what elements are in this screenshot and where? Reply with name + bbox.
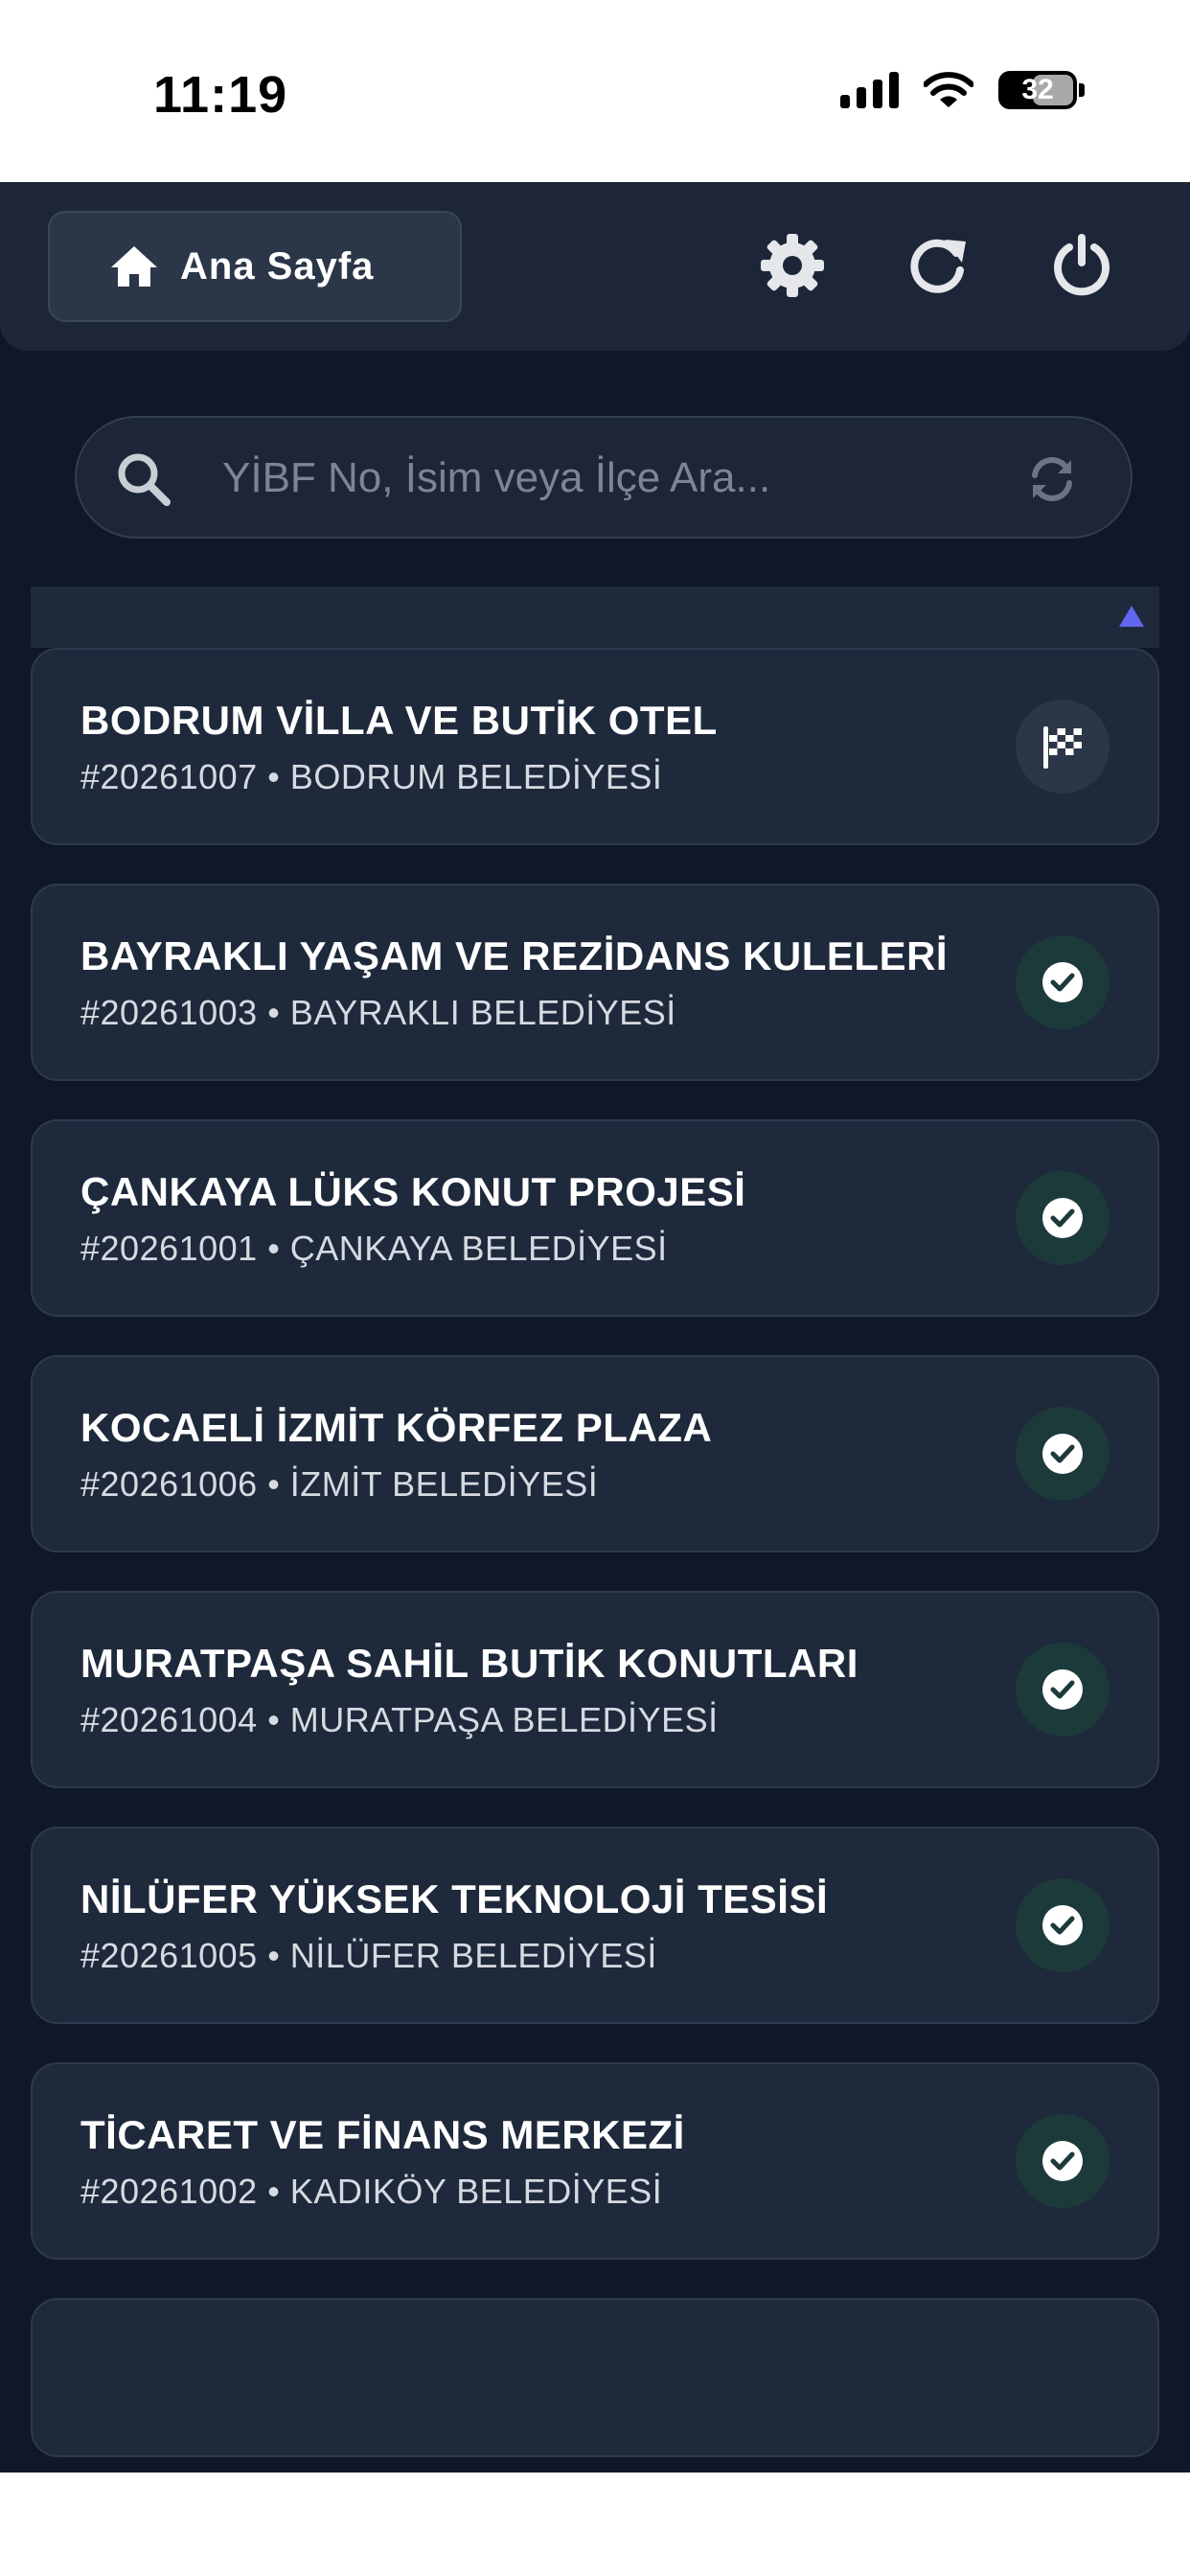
check-circle-icon bbox=[1042, 1905, 1083, 1945]
empty-card-placeholder bbox=[31, 2298, 1159, 2457]
search-icon bbox=[118, 453, 171, 506]
project-card[interactable]: NİLÜFER YÜKSEK TEKNOLOJİ TESİSİ #2026100… bbox=[31, 1827, 1159, 2024]
project-subtitle: #20261004 • MURATPAŞA BELEDİYESİ bbox=[80, 1700, 719, 1739]
status-badge bbox=[1016, 1643, 1110, 1736]
status-badge bbox=[1016, 1407, 1110, 1501]
home-button-label: Ana Sayfa bbox=[180, 244, 375, 288]
project-subtitle: #20261005 • NİLÜFER BELEDİYESİ bbox=[80, 1936, 657, 1975]
project-subtitle: #20261001 • ÇANKAYA BELEDİYESİ bbox=[80, 1229, 668, 1268]
project-card[interactable]: KOCAELİ İZMİT KÖRFEZ PLAZA #20261006 • İ… bbox=[31, 1355, 1159, 1552]
search-refresh-icon[interactable] bbox=[1027, 454, 1077, 504]
status-icons: 32 bbox=[840, 71, 1085, 109]
project-subtitle: #20261007 • BODRUM BELEDİYESİ bbox=[80, 757, 663, 796]
battery-icon: 32 bbox=[998, 71, 1077, 109]
sort-header[interactable] bbox=[31, 586, 1159, 648]
battery-level-text: 32 bbox=[1021, 74, 1054, 105]
cellular-signal-icon bbox=[840, 72, 899, 108]
project-list: BODRUM VİLLA VE BUTİK OTEL #20261007 • B… bbox=[31, 648, 1159, 2457]
status-bar: 11:19 32 bbox=[0, 0, 1190, 182]
home-indicator-area bbox=[0, 2472, 1190, 2576]
project-title: NİLÜFER YÜKSEK TEKNOLOJİ TESİSİ bbox=[80, 1876, 829, 1921]
refresh-icon bbox=[910, 239, 966, 293]
checkered-flag-icon bbox=[1043, 726, 1082, 769]
project-card[interactable]: BAYRAKLI YAŞAM VE REZİDANS KULELERİ #202… bbox=[31, 884, 1159, 1081]
check-circle-icon bbox=[1042, 1198, 1083, 1238]
project-subtitle: #20261006 • İZMİT BELEDİYESİ bbox=[80, 1464, 599, 1504]
settings-button[interactable] bbox=[753, 226, 832, 305]
project-card[interactable]: BODRUM VİLLA VE BUTİK OTEL #20261007 • B… bbox=[31, 648, 1159, 845]
project-subtitle: #20261003 • BAYRAKLI BELEDİYESİ bbox=[80, 993, 676, 1032]
project-title: KOCAELİ İZMİT KÖRFEZ PLAZA bbox=[80, 1405, 713, 1450]
check-circle-icon bbox=[1042, 2141, 1083, 2181]
project-card[interactable]: ÇANKAYA LÜKS KONUT PROJESİ #20261001 • Ç… bbox=[31, 1119, 1159, 1317]
check-circle-icon bbox=[1042, 962, 1083, 1002]
power-icon bbox=[1054, 234, 1110, 296]
project-title: BAYRAKLI YAŞAM VE REZİDANS KULELERİ bbox=[80, 933, 949, 978]
project-card[interactable]: TİCARET VE FİNANS MERKEZİ #20261002 • KA… bbox=[31, 2062, 1159, 2260]
app-screen: Ana Sayfa YİBF No, İsim veya İlçe Ara...… bbox=[0, 182, 1190, 2472]
check-circle-icon bbox=[1042, 1669, 1083, 1710]
battery-indicator: 32 bbox=[998, 71, 1085, 109]
status-badge bbox=[1016, 1171, 1110, 1265]
gear-icon bbox=[761, 234, 824, 297]
status-badge bbox=[1016, 700, 1110, 794]
project-subtitle: #20261002 • KADIKÖY BELEDİYESİ bbox=[80, 2172, 663, 2211]
project-card[interactable]: MURATPAŞA SAHİL BUTİK KONUTLARI #2026100… bbox=[31, 1591, 1159, 1788]
check-circle-icon bbox=[1042, 1434, 1083, 1474]
logout-button[interactable] bbox=[1042, 226, 1121, 305]
status-badge bbox=[1016, 935, 1110, 1029]
home-icon bbox=[111, 246, 157, 287]
reload-button[interactable] bbox=[899, 226, 977, 305]
status-badge bbox=[1016, 1878, 1110, 1972]
search-input[interactable] bbox=[220, 441, 1010, 516]
search-box bbox=[75, 416, 1133, 539]
top-bar: Ana Sayfa bbox=[0, 182, 1190, 351]
wifi-icon bbox=[924, 72, 973, 107]
project-title: ÇANKAYA LÜKS KONUT PROJESİ bbox=[80, 1169, 746, 1214]
home-button[interactable]: Ana Sayfa bbox=[48, 211, 462, 322]
status-time: 11:19 bbox=[153, 66, 288, 124]
project-title: MURATPAŞA SAHİL BUTİK KONUTLARI bbox=[80, 1641, 858, 1686]
sort-ascending-icon[interactable] bbox=[1119, 606, 1144, 627]
status-badge bbox=[1016, 2114, 1110, 2208]
project-title: BODRUM VİLLA VE BUTİK OTEL bbox=[80, 698, 718, 743]
project-title: TİCARET VE FİNANS MERKEZİ bbox=[80, 2112, 685, 2157]
